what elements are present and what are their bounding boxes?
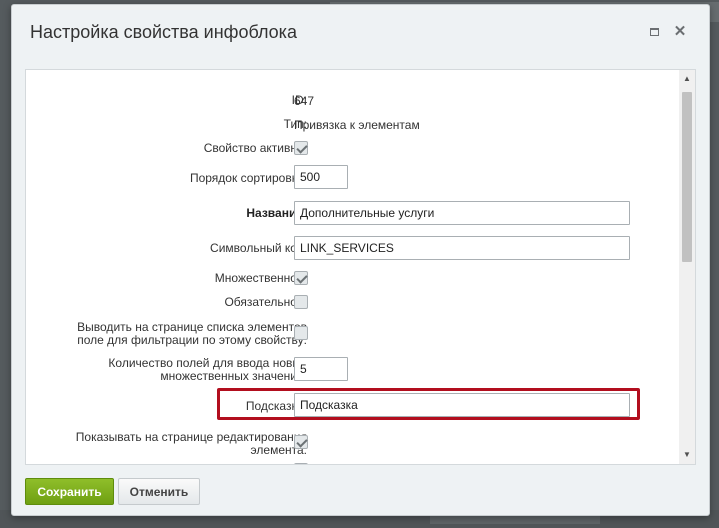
maximize-icon[interactable]: [647, 25, 661, 39]
active-checkbox[interactable]: [294, 141, 308, 155]
code-input[interactable]: [294, 236, 630, 260]
sort-label: Порядок сортировки:: [189, 171, 307, 185]
dialog-content: ID: 647 Тип: Привязка к элементам Свойст…: [25, 69, 696, 465]
name-input[interactable]: [294, 201, 630, 225]
cancel-button[interactable]: Отменить: [118, 478, 200, 505]
multi-count-input[interactable]: [294, 357, 348, 381]
active-label: Свойство активно:: [203, 141, 307, 155]
filter-label-line1: Выводить на странице списка элементов: [77, 320, 307, 334]
show-edit-label-line1: Показывать на странице редактирования: [75, 430, 307, 444]
multiple-checkbox[interactable]: [294, 271, 308, 285]
show-edit-checkbox[interactable]: [294, 435, 308, 449]
filter-label-line2: поле для фильтрации по этому свойству:: [77, 333, 307, 347]
content-scrollbar[interactable]: ▲ ▼: [679, 70, 695, 464]
scroll-down-icon[interactable]: ▼: [679, 448, 695, 462]
scroll-thumb[interactable]: [682, 92, 692, 262]
save-button[interactable]: Сохранить: [25, 478, 114, 505]
property-settings-dialog: Настройка свойства инфоблока ✕ ID: 647 Т…: [11, 4, 710, 516]
type-value: Привязка к элементам: [294, 118, 420, 132]
multi-count-label-line2: множественных значений:: [160, 369, 307, 383]
required-checkbox[interactable]: [294, 295, 308, 309]
code-label: Символьный код:: [210, 241, 307, 255]
dialog-title: Настройка свойства инфоблока: [30, 22, 297, 42]
dialog-title-bar[interactable]: Настройка свойства инфоблока ✕: [12, 5, 709, 57]
multi-count-label: Количество полей для ввода новых множест…: [108, 357, 307, 383]
id-value: 647: [294, 94, 315, 108]
hint-input[interactable]: [294, 393, 630, 417]
next-row-checkbox[interactable]: [294, 463, 308, 464]
show-edit-label: Показывать на странице редактирования эл…: [76, 431, 307, 457]
multi-count-label-line1: Количество полей для ввода новых: [108, 356, 307, 370]
scroll-up-icon[interactable]: ▲: [679, 72, 695, 86]
sort-input[interactable]: [294, 165, 348, 189]
close-icon[interactable]: ✕: [673, 24, 687, 39]
filter-label: Выводить на странице списка элементов по…: [77, 321, 307, 347]
filter-checkbox[interactable]: [294, 326, 308, 340]
